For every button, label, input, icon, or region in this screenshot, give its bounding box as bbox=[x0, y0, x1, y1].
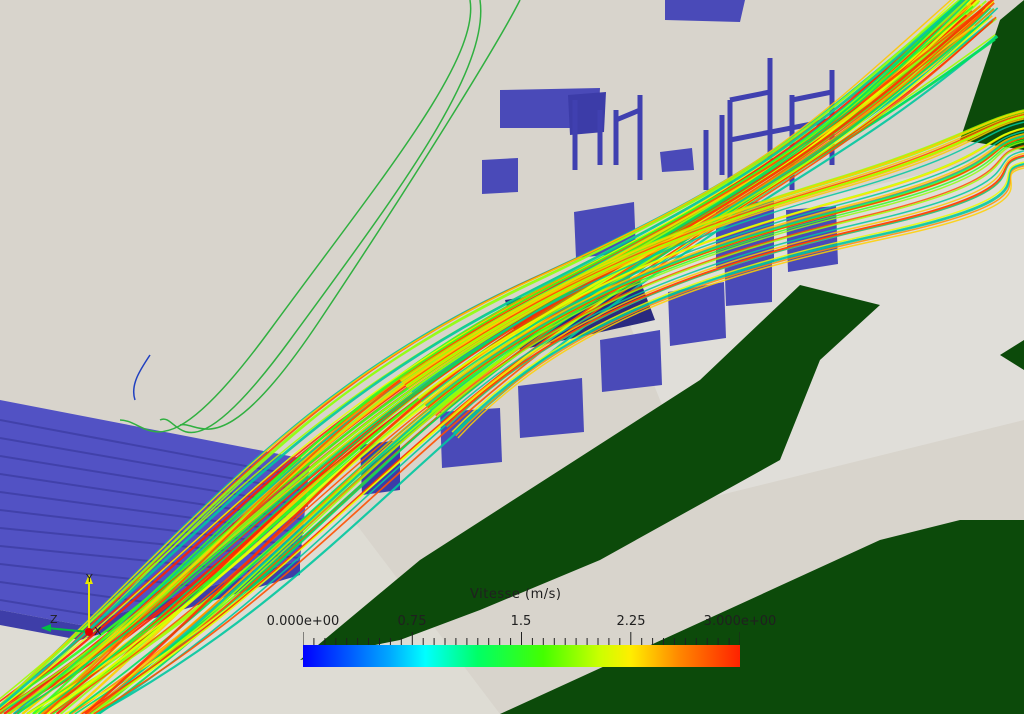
colorbar-ticks bbox=[303, 632, 740, 645]
colorbar-tick-3: 2.25 bbox=[616, 614, 646, 629]
colorbar-gradient bbox=[303, 645, 740, 667]
orientation-axes bbox=[41, 574, 93, 636]
axis-x-label: X bbox=[94, 625, 102, 638]
flow-scene bbox=[0, 0, 1024, 714]
axis-z-label: Z bbox=[50, 613, 58, 626]
render-viewport[interactable]: Y Z X Vitesse (m/s) 0.000e+00 0.75 1.5 2… bbox=[0, 0, 1024, 714]
colorbar-tick-min: 0.000e+00 bbox=[266, 614, 340, 629]
colorbar-tick-2: 1.5 bbox=[510, 614, 532, 629]
colorbar-tick-max: 3.000e+00 bbox=[703, 614, 777, 629]
colorbar-tick-1: 0.75 bbox=[397, 614, 427, 629]
axis-y-label: Y bbox=[86, 572, 93, 585]
colorbar-title: Vitesse (m/s) bbox=[470, 587, 562, 602]
